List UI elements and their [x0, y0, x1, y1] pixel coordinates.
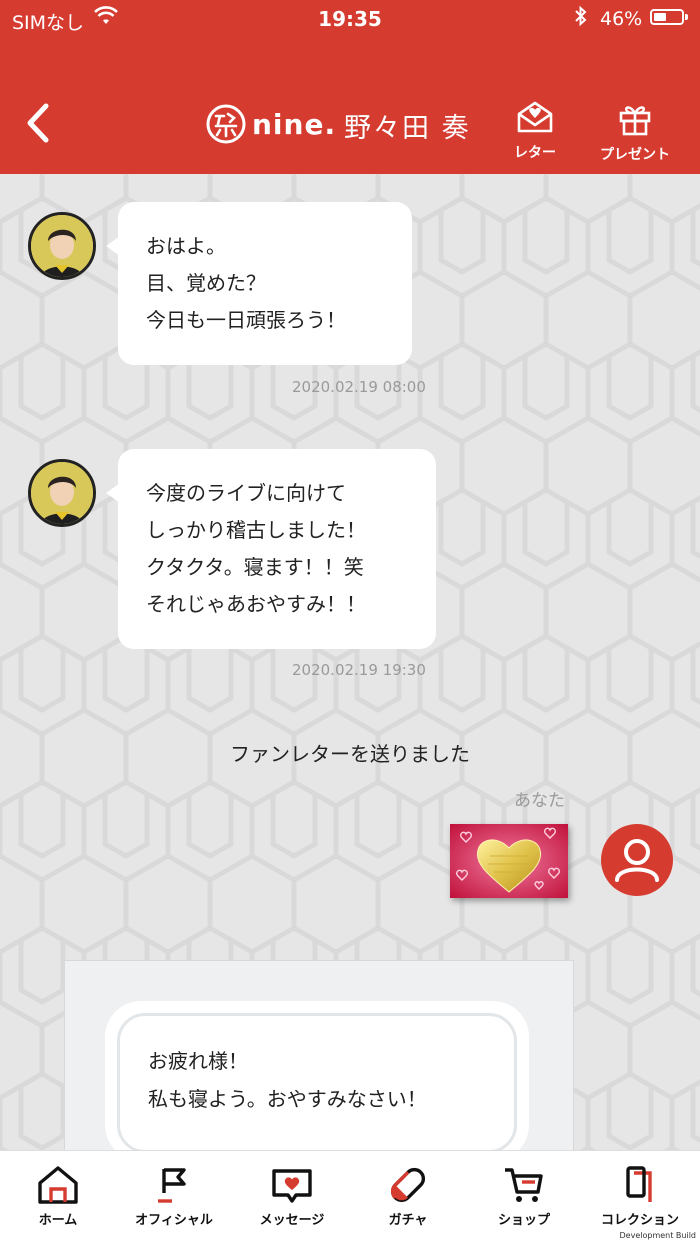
message-line: おはよ。 — [146, 234, 226, 258]
message-bubble: 今度のライブに向けて しっかり稽古しました！ クタクタ。寝ます！！笑 それじゃあ… — [106, 449, 436, 649]
character-avatar[interactable] — [28, 212, 96, 280]
message-heart-icon — [272, 1169, 312, 1203]
flag-icon — [158, 1168, 186, 1203]
battery-icon — [650, 9, 688, 25]
cart-icon — [505, 1168, 543, 1202]
tab-official[interactable]: オフィシャル — [116, 1165, 232, 1228]
system-notice: ファンレターを送りました — [230, 742, 470, 766]
reply-text[interactable]: お疲れ様！ 私も寝よう。おやすみなさい！ — [117, 1013, 517, 1150]
brand-logo: nine. — [206, 102, 336, 146]
user-icon — [615, 839, 659, 882]
user-avatar[interactable] — [601, 824, 673, 896]
message-line: それじゃあおやすみ！！ — [146, 592, 366, 616]
tab-shop[interactable]: ショップ — [466, 1165, 582, 1228]
chat-area[interactable]: おはよ。 目、覚めた？ 今日も一日頑張ろう！ 2020.02.19 08:00 … — [0, 174, 700, 1150]
envelope-heart-icon — [517, 101, 553, 133]
app-header: SIMなし 19:35 46% nine. 野々田 奏 レター プレゼント — [0, 0, 700, 174]
reply-line: 私も寝よう。おやすみなさい！ — [148, 1087, 427, 1111]
collection-card-icon — [626, 1166, 652, 1202]
message-line: 目、覚めた？ — [146, 271, 266, 295]
reply-preview-panel: お疲れ様！ 私も寝よう。おやすみなさい！ — [64, 960, 574, 1150]
message-bubble: おはよ。 目、覚めた？ 今日も一日頑張ろう！ — [106, 202, 412, 365]
tab-label: コレクション — [600, 1213, 679, 1228]
message-line: クタクタ。寝ます！！笑 — [146, 555, 364, 579]
character-avatar[interactable] — [28, 459, 96, 527]
sender-label: あなた — [514, 791, 565, 811]
capsule-icon — [390, 1167, 426, 1203]
tab-message[interactable]: メッセージ — [234, 1165, 350, 1228]
message-timestamp: 2020.02.19 19:30 — [292, 661, 426, 679]
brand-name: nine. — [252, 107, 337, 141]
reply-line: お疲れ様！ — [148, 1049, 248, 1073]
reply-bubble-frame: お疲れ様！ 私も寝よう。おやすみなさい！ — [105, 1001, 529, 1150]
message-line: 今日も一日頑張ろう！ — [146, 308, 346, 332]
fan-letter-card[interactable] — [450, 824, 568, 898]
tab-label: ガチャ — [388, 1213, 428, 1228]
present-button[interactable]: プレゼント — [592, 100, 678, 164]
character-name: 野々田 奏 — [344, 113, 471, 144]
festival-kanji-icon — [206, 104, 246, 144]
message-line: しっかり稽古しました！ — [146, 518, 366, 542]
letter-label: レター — [514, 145, 556, 161]
tab-label: メッセージ — [259, 1213, 325, 1228]
tab-bar: ホーム オフィシャル メッセージ ガチャ ショップ コレクション Develop… — [0, 1150, 700, 1244]
battery-percent: 46% — [600, 8, 643, 30]
development-build-label: Development Build — [619, 1231, 696, 1240]
message-timestamp: 2020.02.19 08:00 — [292, 378, 426, 396]
gift-icon — [619, 106, 651, 136]
clock: 19:35 — [318, 7, 382, 31]
message-line: 今度のライブに向けて — [146, 481, 346, 505]
bluetooth-icon — [574, 5, 588, 32]
tab-label: ホーム — [38, 1213, 78, 1228]
status-bar: SIMなし 19:35 46% — [0, 0, 700, 36]
tab-collection[interactable]: コレクション — [582, 1165, 698, 1228]
tab-label: オフィシャル — [135, 1213, 213, 1228]
back-button[interactable] — [20, 98, 60, 148]
tab-label: ショップ — [497, 1213, 550, 1228]
present-label: プレゼント — [600, 147, 670, 163]
tab-home[interactable]: ホーム — [0, 1165, 116, 1228]
letter-button[interactable]: レター — [500, 100, 570, 162]
home-icon — [38, 1166, 78, 1204]
tab-gacha[interactable]: ガチャ — [350, 1165, 466, 1228]
